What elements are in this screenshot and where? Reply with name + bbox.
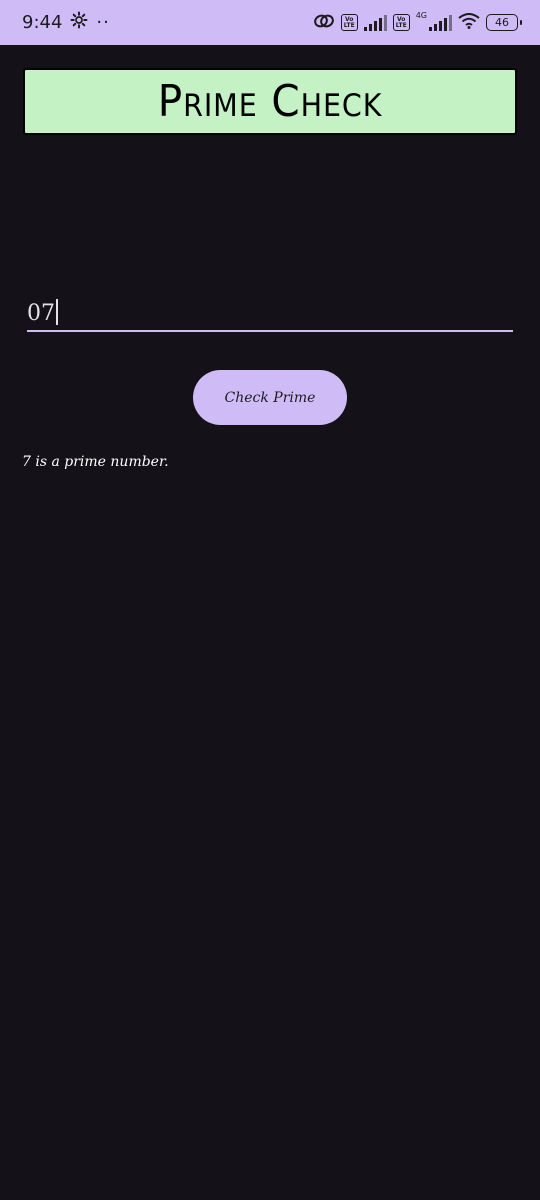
volte-icon-2: Vo LTE xyxy=(392,14,410,31)
page-title: Prime Check xyxy=(157,76,383,127)
battery-icon: 46 xyxy=(486,14,522,31)
signal-icon-2 xyxy=(429,14,452,31)
status-bar: 9:44 ·· Vo LTE Vo LTE 4G 46 xyxy=(0,0,540,45)
signal-icon xyxy=(363,14,387,31)
result-text: 7 is a prime number. xyxy=(22,454,169,470)
status-left: 9:44 ·· xyxy=(22,11,110,34)
status-right: Vo LTE Vo LTE 4G 46 xyxy=(313,11,522,33)
app-header: Prime Check xyxy=(23,68,517,135)
number-input-value: 07 xyxy=(27,299,58,327)
notification-dots: ·· xyxy=(96,12,110,33)
wifi-icon xyxy=(458,12,480,33)
status-time: 9:44 xyxy=(22,12,63,33)
link-icon xyxy=(313,13,335,33)
number-input[interactable]: 07 xyxy=(27,295,513,332)
volte-icon: Vo LTE xyxy=(340,14,358,31)
network-type: 4G xyxy=(415,11,427,20)
text-caret xyxy=(56,299,58,325)
check-prime-button[interactable]: Check Prime xyxy=(193,370,347,425)
gear-icon xyxy=(70,11,88,34)
